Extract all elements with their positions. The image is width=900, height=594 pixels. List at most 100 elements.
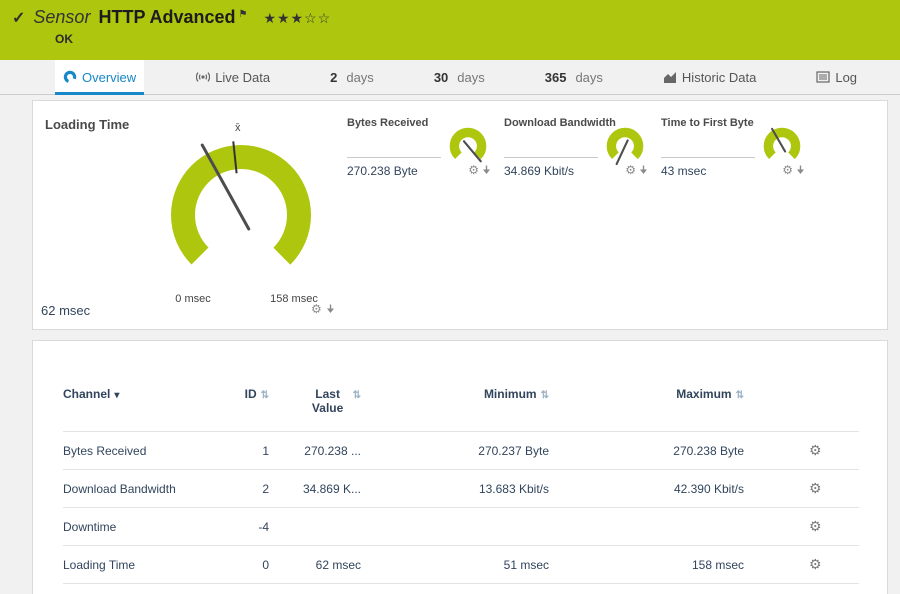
tab-historic-data[interactable]: Historic Data xyxy=(655,60,764,94)
tab-30-days[interactable]: 30 days xyxy=(426,60,493,94)
gauge-settings-gear-icon[interactable]: ⚙ xyxy=(625,164,636,176)
mini-gauge-download-bandwidth: Download Bandwidth 34.869 Kbit/s ⚙ xyxy=(504,117,650,193)
tab-overview[interactable]: Overview xyxy=(55,60,145,95)
download-bandwidth-gauge xyxy=(606,127,644,166)
mini-gauge-bytes-received: Bytes Received 270.238 Byte ⚙ xyxy=(347,117,493,193)
channels-table: Channel ▾ ID ⇅ Last Value⇅ Minimum ⇅ Maximu… xyxy=(63,381,859,594)
col-header-minimum[interactable]: Minimum ⇅ xyxy=(361,381,549,432)
channel-id: 0 xyxy=(213,545,269,584)
table-row: Downtime -4 ⚙ xyxy=(63,507,859,546)
col-header-channel[interactable]: Channel ▾ xyxy=(63,381,213,432)
col-label: Minimum xyxy=(483,387,537,401)
sort-icon: ⇅ xyxy=(352,390,361,401)
col-label: ID xyxy=(244,387,257,401)
channel-name-link[interactable]: Bytes Received xyxy=(63,431,213,470)
mini-gauge-tools: ⚙ xyxy=(782,164,805,176)
gauge-scale-min: 0 msec xyxy=(175,293,211,305)
channel-name-link[interactable]: Time to First Byte xyxy=(63,583,213,594)
channel-id: -4 xyxy=(213,507,269,546)
channel-maximum xyxy=(549,507,744,546)
flag-icon[interactable]: ⚑ xyxy=(238,9,247,20)
channel-maximum: 270.238 Byte xyxy=(549,431,744,470)
col-header-id[interactable]: ID ⇅ xyxy=(213,381,269,432)
mini-gauges: Bytes Received 270.238 Byte ⚙ Download B… xyxy=(347,117,807,193)
channel-minimum: 13.683 Kbit/s xyxy=(361,469,549,508)
mini-gauge-value: 43 msec xyxy=(661,164,707,178)
col-header-actions xyxy=(744,381,859,432)
channel-id: 2 xyxy=(213,469,269,508)
channel-minimum: 34 msec xyxy=(361,583,549,594)
log-list-icon xyxy=(816,71,830,83)
gauge-pin-icon[interactable] xyxy=(482,165,491,175)
channel-maximum: 158 msec xyxy=(549,545,744,584)
sensor-title: HTTP Advanced xyxy=(98,7,236,27)
gauge-settings-gear-icon[interactable]: ⚙ xyxy=(468,164,479,176)
col-label: Maximum xyxy=(676,387,732,401)
channel-minimum: 51 msec xyxy=(361,545,549,584)
tab-number: 30 xyxy=(433,69,449,85)
overview-gauge-icon xyxy=(63,70,77,84)
tab-label: Overview xyxy=(82,69,137,85)
channel-settings-gear-icon[interactable]: ⚙ xyxy=(744,583,859,594)
bytes-received-gauge xyxy=(449,127,487,165)
gauge-pin-icon[interactable] xyxy=(796,165,805,175)
prtg-sensor-page: ✓ Sensor HTTP Advanced ⚑ ★★★☆☆ OK Overvi… xyxy=(0,0,900,594)
table-header-row: Channel ▾ ID ⇅ Last Value⇅ Minimum ⇅ Maximu… xyxy=(63,381,859,432)
channel-name-link[interactable]: Loading Time xyxy=(63,545,213,584)
main-gauge-value: 62 msec xyxy=(41,303,91,318)
channel-id: 1 xyxy=(213,431,269,470)
time-to-first-byte-gauge xyxy=(763,127,801,165)
divider xyxy=(661,157,755,158)
main-gauge-title: Loading Time xyxy=(45,117,130,132)
priority-stars[interactable]: ★★★☆☆ xyxy=(263,10,331,27)
tab-label: days xyxy=(457,69,485,85)
live-data-broadcast-icon xyxy=(196,72,211,82)
divider xyxy=(504,157,598,158)
mini-gauge-value: 270.238 Byte xyxy=(347,164,418,178)
col-header-maximum[interactable]: Maximum ⇅ xyxy=(549,381,744,432)
tab-number: 365 xyxy=(544,69,567,85)
gauges-panel: Loading Time x̄ 0 msec 158 msec 62 msec … xyxy=(32,100,888,330)
channel-settings-gear-icon[interactable]: ⚙ xyxy=(744,469,859,508)
mini-gauge-value: 34.869 Kbit/s xyxy=(504,164,575,178)
gauge-pin-icon[interactable] xyxy=(326,304,335,314)
channel-settings-gear-icon[interactable]: ⚙ xyxy=(744,431,859,470)
channel-settings-gear-icon[interactable]: ⚙ xyxy=(744,545,859,584)
tab-label: Historic Data xyxy=(681,69,757,85)
gauge-settings-gear-icon[interactable]: ⚙ xyxy=(782,164,793,176)
tab-number: 2 xyxy=(330,69,338,85)
loading-time-gauge: x̄ xyxy=(171,122,312,285)
tab-365-days[interactable]: 365 days xyxy=(537,60,611,94)
mean-marker-label: x̄ xyxy=(235,122,241,134)
channel-minimum: 270.237 Byte xyxy=(361,431,549,470)
table-row: Loading Time 0 62 msec 51 msec 158 msec … xyxy=(63,545,859,584)
gauge-settings-gear-icon[interactable]: ⚙ xyxy=(311,303,322,315)
mini-gauge-tools: ⚙ xyxy=(625,164,648,176)
channel-settings-gear-icon[interactable]: ⚙ xyxy=(744,507,859,546)
mini-gauge-time-to-first-byte: Time to First Byte 43 msec ⚙ xyxy=(661,117,807,193)
mini-gauge-tools: ⚙ xyxy=(468,164,491,176)
historic-data-chart-icon xyxy=(663,72,676,83)
tab-label: days xyxy=(346,69,374,85)
tab-log[interactable]: Log xyxy=(808,60,865,94)
tab-label: days xyxy=(575,69,603,85)
channels-panel: Channel ▾ ID ⇅ Last Value⇅ Minimum ⇅ Maximu… xyxy=(32,340,888,594)
col-header-last-value[interactable]: Last Value ⇅ xyxy=(269,381,361,432)
tab-label: Live Data xyxy=(215,69,271,85)
main-gauge-tools: ⚙ xyxy=(311,303,335,315)
channel-name-link[interactable]: Download Bandwidth xyxy=(63,469,213,508)
gauge-pin-icon[interactable] xyxy=(639,165,648,175)
sort-icon: ⇅ xyxy=(260,390,269,401)
channel-name-link[interactable]: Downtime xyxy=(63,507,213,546)
col-label: Channel xyxy=(63,387,111,401)
tab-live-data[interactable]: Live Data xyxy=(188,60,278,94)
tab-bar: Overview Live Data 2 days 30 days 365 da… xyxy=(0,60,900,95)
channel-maximum: 42.390 Kbit/s xyxy=(549,469,744,508)
channel-last-value: 43 msec xyxy=(269,583,361,594)
channel-last-value: 34.869 K... xyxy=(269,469,361,508)
sensor-status-badge: OK xyxy=(55,32,73,46)
channel-last-value xyxy=(269,507,361,546)
tab-2-days[interactable]: 2 days xyxy=(322,60,382,94)
channel-id: 3 xyxy=(213,583,269,594)
sensor-header: ✓ Sensor HTTP Advanced ⚑ ★★★☆☆ OK xyxy=(0,0,900,60)
